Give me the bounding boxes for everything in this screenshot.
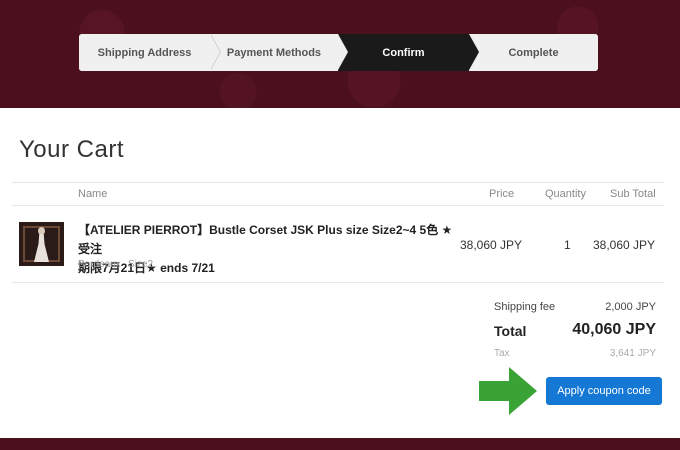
cart-panel: Your Cart Name Price Quantity Sub Total …	[0, 108, 680, 438]
step-label: Confirm	[382, 46, 425, 59]
tax-label: Tax	[494, 348, 510, 359]
column-header-subtotal: Sub Total	[610, 188, 656, 200]
step-complete: Complete	[469, 34, 598, 71]
total-label: Total	[494, 323, 527, 339]
divider	[12, 205, 664, 206]
total-value: 40,060 JPY	[572, 321, 656, 338]
column-header-price: Price	[489, 188, 515, 200]
apply-coupon-button[interactable]: Apply coupon code	[546, 377, 662, 405]
product-color: Bordeaux	[78, 259, 121, 270]
footer-strip	[0, 438, 680, 450]
shipping-fee-value: 2,000 JPY	[605, 301, 656, 313]
checkout-progress: Shipping Address Payment Methods Confirm…	[79, 34, 598, 71]
step-payment-methods: Payment Methods	[210, 34, 348, 71]
step-label: Payment Methods	[226, 46, 322, 59]
step-label: Complete	[508, 46, 559, 59]
divider	[12, 182, 664, 183]
step-shipping-address: Shipping Address	[79, 34, 221, 71]
step-label: Shipping Address	[97, 46, 192, 59]
product-size: Size2	[128, 259, 154, 270]
product-name-line: 【ATELIER PIERROT】Bustle Corset JSK Plus …	[78, 223, 453, 256]
product-thumbnail[interactable]	[19, 222, 64, 266]
item-subtotal: 38,060 JPY	[593, 238, 656, 252]
divider	[12, 282, 664, 283]
item-quantity: 1	[564, 238, 571, 252]
step-confirm: Confirm	[338, 34, 479, 71]
column-header-quantity: Quantity	[545, 188, 586, 200]
tax-value: 3,641 JPY	[609, 348, 656, 359]
item-price: 38,060 JPY	[460, 238, 523, 252]
arrow-right-icon	[479, 367, 537, 415]
page-title: Your Cart	[19, 136, 124, 163]
column-header-name: Name	[78, 188, 108, 200]
shipping-fee-label: Shipping fee	[494, 301, 556, 313]
